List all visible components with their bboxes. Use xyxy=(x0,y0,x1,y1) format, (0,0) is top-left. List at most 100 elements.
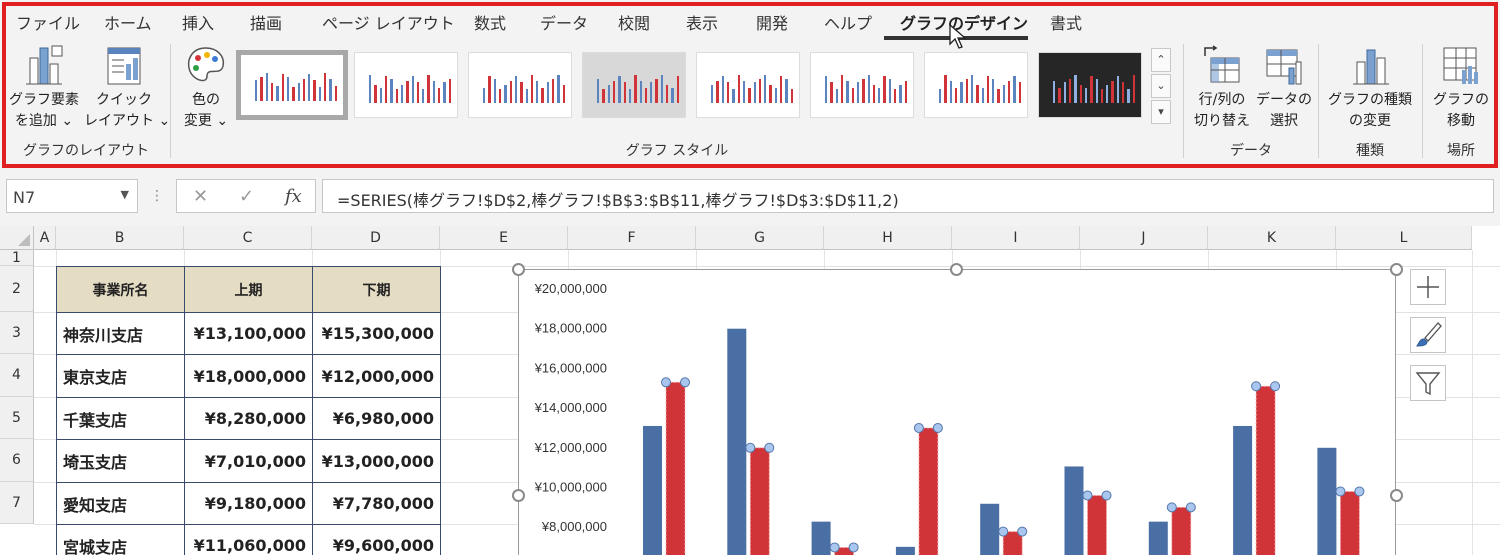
bar-series-2[interactable] xyxy=(1339,490,1360,555)
column-header-e[interactable]: E xyxy=(440,226,568,250)
chart-style-thumbnail[interactable] xyxy=(468,52,572,118)
table-header-cell[interactable]: 上期 xyxy=(184,266,313,313)
row-header-4[interactable]: 4 xyxy=(0,354,34,397)
table-cell[interactable]: ¥15,300,000 xyxy=(312,312,441,355)
tab-data[interactable]: データ xyxy=(540,10,588,34)
bar-chart[interactable]: ¥20,000,000 ¥18,000,000 ¥16,000,000 ¥14,000… xyxy=(518,269,1396,555)
chart-elements-button[interactable] xyxy=(1410,269,1446,305)
bar-series-2[interactable] xyxy=(749,447,770,555)
tab-formulas[interactable]: 数式 xyxy=(474,10,506,34)
chart-style-thumbnail[interactable] xyxy=(696,52,800,118)
table-header-cell[interactable]: 下期 xyxy=(312,266,441,313)
tab-review[interactable]: 校閲 xyxy=(618,10,650,34)
quick-layout-button[interactable]: クイック レイアウト ⌄ xyxy=(84,44,170,132)
cancel-icon[interactable]: ✕ xyxy=(193,186,208,207)
table-cell[interactable]: 埼玉支店 xyxy=(56,439,185,483)
more-options-icon[interactable]: ⋮ xyxy=(150,188,164,204)
column-header-b[interactable]: B xyxy=(56,226,184,250)
chart-style-thumbnail[interactable] xyxy=(1038,52,1142,118)
bar-series-1[interactable] xyxy=(895,546,915,555)
tab-developer[interactable]: 開発 xyxy=(756,10,788,34)
tab-view[interactable]: 表示 xyxy=(686,10,718,34)
column-header-l[interactable]: L xyxy=(1336,226,1472,250)
chart-filters-button[interactable] xyxy=(1410,365,1446,401)
bar-series-1[interactable] xyxy=(1317,447,1337,555)
row-header-3[interactable]: 3 xyxy=(0,312,34,354)
resize-handle-left[interactable] xyxy=(512,489,525,502)
row-header-7[interactable]: 7 xyxy=(0,482,34,524)
bar-series-1[interactable] xyxy=(727,328,747,555)
column-header-c[interactable]: C xyxy=(184,226,312,250)
row-header-5[interactable]: 5 xyxy=(0,397,34,439)
table-cell[interactable]: ¥8,280,000 xyxy=(184,397,313,440)
tab-help[interactable]: ヘルプ xyxy=(824,10,872,34)
chart-style-thumbnail[interactable] xyxy=(236,50,348,120)
chart-style-thumbnail[interactable] xyxy=(810,52,914,118)
chart-style-thumbnail[interactable] xyxy=(924,52,1028,118)
resize-handle-top[interactable] xyxy=(950,263,963,276)
change-colors-button[interactable]: 色の 変更 ⌄ xyxy=(178,44,234,132)
tab-draw[interactable]: 描画 xyxy=(250,10,282,34)
bar-series-1[interactable] xyxy=(980,503,1000,555)
formula-input[interactable]: =SERIES(棒グラフ!$D$2,棒グラフ!$B$3:$B$11,棒グラフ!$… xyxy=(322,179,1494,213)
tab-insert[interactable]: 挿入 xyxy=(182,10,214,34)
table-cell[interactable]: ¥9,180,000 xyxy=(184,482,313,525)
table-cell[interactable]: 愛知支店 xyxy=(56,482,185,525)
row-header-1[interactable]: 1 xyxy=(0,250,34,266)
table-cell[interactable]: ¥13,100,000 xyxy=(184,312,313,355)
column-header-k[interactable]: K xyxy=(1208,226,1336,250)
select-all-button[interactable] xyxy=(0,226,34,250)
column-header-g[interactable]: G xyxy=(696,226,824,250)
chevron-down-icon[interactable]: ▼ xyxy=(121,188,129,201)
bar-series-2[interactable] xyxy=(1087,494,1107,555)
move-chart-button[interactable]: グラフの 移動 xyxy=(1426,44,1496,132)
chart-style-thumbnail[interactable] xyxy=(582,52,686,118)
enter-icon[interactable]: ✓ xyxy=(239,186,254,207)
table-cell[interactable]: 宮城支店 xyxy=(56,524,185,555)
bar-series-2[interactable] xyxy=(1255,385,1276,555)
tab-format[interactable]: 書式 xyxy=(1050,10,1082,34)
table-cell[interactable]: 千葉支店 xyxy=(56,397,185,440)
row-header-2[interactable]: 2 xyxy=(0,266,34,312)
switch-row-column-button[interactable]: 行/列の 切り替え xyxy=(1190,44,1254,132)
change-chart-type-button[interactable]: グラフの種類 の変更 xyxy=(1322,44,1418,132)
bar-series-1[interactable] xyxy=(1233,425,1253,555)
column-header-h[interactable]: H xyxy=(824,226,952,250)
gallery-up-button[interactable]: ⌃ xyxy=(1151,48,1171,72)
table-cell[interactable]: 東京支店 xyxy=(56,354,185,398)
add-chart-element-button[interactable]: グラフ要素 を追加 ⌄ xyxy=(6,44,82,132)
table-cell[interactable]: ¥6,980,000 xyxy=(312,397,441,440)
table-cell[interactable]: ¥11,060,000 xyxy=(184,524,313,555)
bar-series-2[interactable] xyxy=(918,427,939,555)
column-header-a[interactable]: A xyxy=(34,226,56,250)
table-cell[interactable]: ¥7,010,000 xyxy=(184,439,313,483)
bar-series-1[interactable] xyxy=(643,425,662,555)
select-data-button[interactable]: データの 選択 xyxy=(1254,44,1314,132)
resize-handle-top-right[interactable] xyxy=(1390,263,1403,276)
gallery-down-button[interactable]: ⌄ xyxy=(1151,74,1171,98)
bar-series-1[interactable] xyxy=(1064,466,1084,555)
bar-series-1[interactable] xyxy=(811,521,831,555)
table-cell[interactable]: ¥18,000,000 xyxy=(184,354,313,398)
tab-home[interactable]: ホーム xyxy=(104,10,152,34)
table-cell[interactable]: ¥9,600,000 xyxy=(312,524,441,555)
column-header-i[interactable]: I xyxy=(952,226,1080,250)
bar-series-1[interactable] xyxy=(1148,521,1168,555)
tab-file[interactable]: ファイル xyxy=(16,10,80,34)
table-cell[interactable]: 神奈川支店 xyxy=(56,312,185,355)
tab-page-layout[interactable]: ページ レイアウト xyxy=(322,10,455,34)
bar-series-2[interactable] xyxy=(665,381,686,555)
table-header-cell[interactable]: 事業所名 xyxy=(56,266,185,313)
column-header-f[interactable]: F xyxy=(568,226,696,250)
name-box[interactable]: N7 ▼ xyxy=(6,179,138,213)
chart-style-thumbnail[interactable] xyxy=(354,52,458,118)
table-cell[interactable]: ¥13,000,000 xyxy=(312,439,441,483)
column-header-j[interactable]: J xyxy=(1080,226,1208,250)
resize-handle-right[interactable] xyxy=(1390,489,1403,502)
chart-styles-button[interactable] xyxy=(1410,317,1446,353)
column-header-d[interactable]: D xyxy=(312,226,440,250)
table-cell[interactable]: ¥7,780,000 xyxy=(312,482,441,525)
resize-handle-top-left[interactable] xyxy=(512,263,525,276)
table-cell[interactable]: ¥12,000,000 xyxy=(312,354,441,398)
bar-series-2[interactable] xyxy=(1171,506,1192,555)
